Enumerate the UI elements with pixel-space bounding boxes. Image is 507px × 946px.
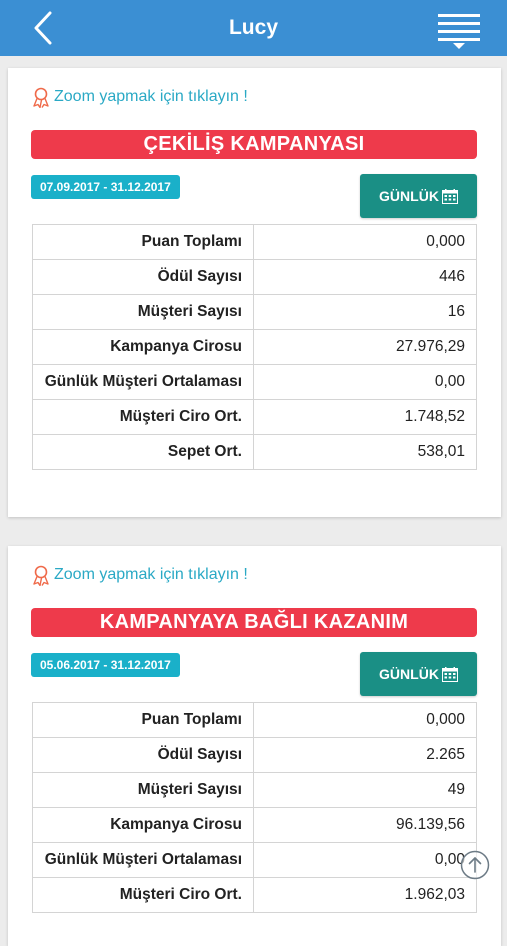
period-button-label: GÜNLÜK (379, 188, 439, 204)
daily-period-button[interactable]: GÜNLÜK (360, 174, 477, 218)
period-button-label: GÜNLÜK (379, 666, 439, 682)
row-value: 1.748,52 (253, 399, 477, 435)
zoom-link-text: Zoom yapmak için tıklayın ! (54, 88, 248, 105)
row-label: Ödül Sayısı (32, 259, 254, 295)
row-label: Kampanya Cirosu (32, 329, 254, 365)
row-value: 446 (253, 259, 477, 295)
row-label: Ödül Sayısı (32, 737, 254, 773)
row-label: Müşteri Sayısı (32, 772, 254, 808)
row-value: 2.265 (253, 737, 477, 773)
zoom-link[interactable]: Zoom yapmak için tıklayın ! (32, 86, 248, 108)
row-value: 1.962,03 (253, 877, 477, 913)
calendar-icon (441, 666, 458, 682)
stats-table: Puan Toplamı 0,000 Ödül Sayısı 446 Müşteri… (32, 224, 477, 470)
table-row: Müşteri Ciro Ort. 1.962,03 (32, 877, 477, 913)
table-row: Ödül Sayısı 446 (32, 259, 477, 295)
row-label: Puan Toplamı (32, 702, 254, 738)
row-value: 0,00 (253, 842, 477, 878)
table-row: Günlük Müşteri Ortalaması 0,00 (32, 364, 477, 400)
row-label: Müşteri Ciro Ort. (32, 399, 254, 435)
table-row: Günlük Müşteri Ortalaması 0,00 (32, 842, 477, 878)
zoom-link[interactable]: Zoom yapmak için tıklayın ! (32, 564, 248, 586)
campaign-card-2: Zoom yapmak için tıklayın ! KAMPANYAYA B… (8, 546, 501, 946)
row-label: Müşteri Ciro Ort. (32, 877, 254, 913)
campaign-title-banner: KAMPANYAYA BAĞLI KAZANIM (31, 608, 477, 637)
row-value: 27.976,29 (253, 329, 477, 365)
table-row: Puan Toplamı 0,000 (32, 224, 477, 260)
row-label: Günlük Müşteri Ortalaması (32, 842, 254, 878)
calendar-icon (441, 188, 458, 204)
table-row: Kampanya Cirosu 27.976,29 (32, 329, 477, 365)
hamburger-menu-icon[interactable] (436, 12, 482, 50)
table-row: Müşteri Ciro Ort. 1.748,52 (32, 399, 477, 435)
row-label: Puan Toplamı (32, 224, 254, 260)
row-label: Günlük Müşteri Ortalaması (32, 364, 254, 400)
campaign-title-banner: ÇEKİLİŞ KAMPANYASI (31, 130, 477, 159)
zoom-link-text: Zoom yapmak için tıklayın ! (54, 566, 248, 583)
row-value: 0,00 (253, 364, 477, 400)
campaign-card-1: Zoom yapmak için tıklayın ! ÇEKİLİŞ KAMP… (8, 68, 501, 517)
row-value: 16 (253, 294, 477, 330)
nav-bar: Lucy (0, 0, 507, 56)
stats-table: Puan Toplamı 0,000 Ödül Sayısı 2.265 Müşte… (32, 702, 477, 913)
row-value: 49 (253, 772, 477, 808)
row-label: Kampanya Cirosu (32, 807, 254, 843)
award-ribbon-icon (33, 565, 49, 586)
row-value: 538,01 (253, 434, 477, 470)
row-label: Sepet Ort. (32, 434, 254, 470)
table-row: Kampanya Cirosu 96.139,56 (32, 807, 477, 843)
table-row: Müşteri Sayısı 16 (32, 294, 477, 330)
date-range-badge: 07.09.2017 - 31.12.2017 (31, 175, 180, 199)
award-ribbon-icon (33, 87, 49, 108)
table-row: Sepet Ort. 538,01 (32, 434, 477, 470)
table-row: Ödül Sayısı 2.265 (32, 737, 477, 773)
table-row: Puan Toplamı 0,000 (32, 702, 477, 738)
row-value: 0,000 (253, 224, 477, 260)
nav-title: Lucy (228, 16, 278, 39)
daily-period-button[interactable]: GÜNLÜK (360, 652, 477, 696)
row-value: 96.139,56 (253, 807, 477, 843)
date-range-badge: 05.06.2017 - 31.12.2017 (31, 653, 180, 677)
row-value: 0,000 (253, 702, 477, 738)
arrow-up-circle-icon[interactable] (460, 850, 490, 880)
row-label: Müşteri Sayısı (32, 294, 254, 330)
table-row: Müşteri Sayısı 49 (32, 772, 477, 808)
